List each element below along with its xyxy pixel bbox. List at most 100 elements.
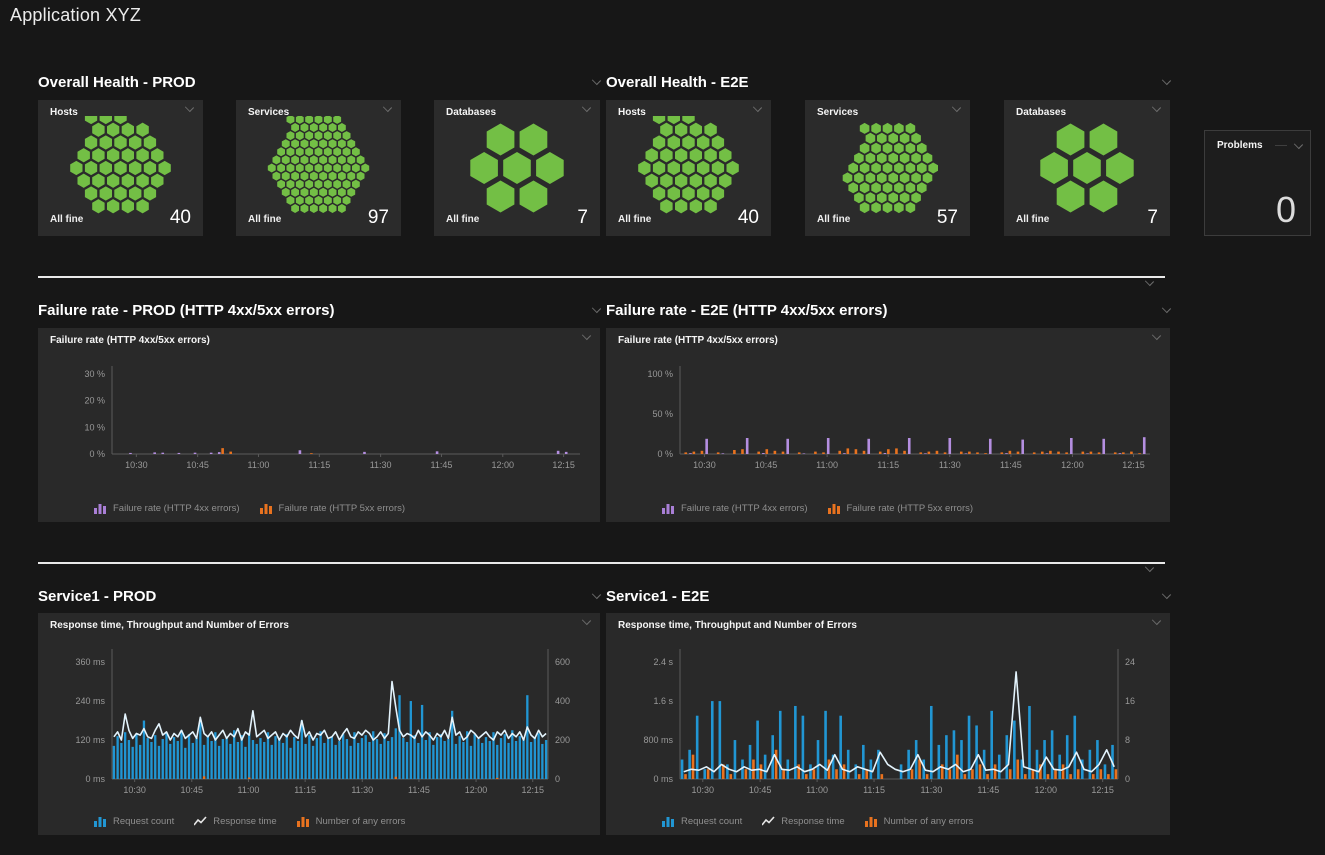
status-label: All fine	[446, 214, 479, 225]
legend-item[interactable]: Failure rate (HTTP 4xx errors)	[662, 503, 808, 514]
chevron-down-icon[interactable]	[185, 103, 194, 112]
chevron-down-icon[interactable]	[952, 103, 961, 112]
svg-text:0 %: 0 %	[89, 449, 105, 459]
entity-count: 97	[368, 207, 389, 229]
chevron-down-icon[interactable]	[582, 103, 591, 112]
svg-text:10 %: 10 %	[84, 422, 105, 432]
svg-text:200: 200	[555, 735, 570, 745]
health-tile-services-prod[interactable]: Services All fine 97	[236, 100, 401, 236]
legend-item[interactable]: Failure rate (HTTP 5xx errors)	[260, 503, 406, 514]
legend-label: Failure rate (HTTP 4xx errors)	[113, 503, 240, 514]
svg-text:11:00: 11:00	[238, 785, 260, 795]
chevron-down-icon[interactable]	[1145, 277, 1154, 286]
section-header-failure-e2e: Failure rate - E2E (HTTP 4xx/5xx errors)	[606, 300, 1170, 320]
svg-text:10:30: 10:30	[123, 785, 146, 795]
svg-text:11:30: 11:30	[939, 460, 961, 470]
health-tile-databases-prod[interactable]: Databases All fine 7	[434, 100, 600, 236]
health-tile-services-e2e[interactable]: Services All fine 57	[805, 100, 970, 236]
legend-label: Response time	[213, 816, 276, 827]
legend-item[interactable]: Failure rate (HTTP 4xx errors)	[94, 503, 240, 514]
section-header-service1-prod: Service1 - PROD	[38, 586, 600, 606]
health-tile-databases-e2e[interactable]: Databases All fine 7	[1004, 100, 1170, 236]
legend-item[interactable]: Failure rate (HTTP 5xx errors)	[828, 503, 974, 514]
legend-label: Number of any errors	[884, 816, 974, 827]
svg-text:16: 16	[1125, 696, 1135, 706]
failure-rate-e2e-chart-tile[interactable]: Failure rate (HTTP 4xx/5xx errors) 100 %…	[606, 328, 1170, 522]
status-label: All fine	[618, 214, 651, 225]
svg-text:8: 8	[1125, 735, 1130, 745]
chevron-down-icon[interactable]	[592, 304, 601, 313]
dashboard: Application XYZ Overall Health - PROD Ov…	[0, 0, 1325, 855]
chevron-down-icon[interactable]	[592, 590, 601, 599]
svg-text:0 %: 0 %	[657, 449, 673, 459]
svg-text:0 ms: 0 ms	[653, 774, 673, 784]
svg-text:24: 24	[1125, 657, 1135, 667]
honeycomb-hosts	[606, 116, 771, 220]
service1-e2e-chart-tile[interactable]: Response time, Throughput and Number of …	[606, 613, 1170, 835]
chevron-down-icon[interactable]	[1152, 103, 1161, 112]
svg-text:12:15: 12:15	[1091, 785, 1114, 795]
chevron-down-icon[interactable]	[1294, 139, 1303, 148]
chevron-down-icon[interactable]	[582, 331, 591, 340]
chart-title: Response time, Throughput and Number of …	[618, 620, 857, 631]
svg-text:10:45: 10:45	[181, 785, 204, 795]
service1-prod-chart-tile[interactable]: Response time, Throughput and Number of …	[38, 613, 600, 835]
chevron-down-icon[interactable]	[582, 616, 591, 625]
tile-title: Problems	[1217, 140, 1263, 151]
legend-label: Response time	[781, 816, 844, 827]
failure-rate-prod-chart[interactable]: 30 %20 %10 %0 %10:3010:4511:0011:1511:30…	[40, 354, 598, 482]
bar-chart-icon	[260, 503, 273, 514]
chevron-down-icon[interactable]	[592, 76, 601, 85]
chevron-down-icon[interactable]	[753, 103, 762, 112]
svg-text:600: 600	[555, 657, 570, 667]
bar-chart-icon	[94, 816, 107, 827]
section-title: Overall Health - E2E	[606, 74, 749, 91]
chart-legend: Failure rate (HTTP 4xx errors) Failure ra…	[94, 503, 405, 514]
problems-tile[interactable]: Problems 0	[1204, 130, 1311, 236]
chart-title: Response time, Throughput and Number of …	[50, 620, 289, 631]
section-header-failure-prod: Failure rate - PROD (HTTP 4xx/5xx errors…	[38, 300, 600, 320]
line-chart-icon	[194, 816, 207, 827]
legend-item[interactable]: Response time	[762, 816, 844, 827]
svg-text:120 ms: 120 ms	[75, 735, 105, 745]
legend-item[interactable]: Request count	[662, 816, 742, 827]
honeycomb-hosts	[38, 116, 203, 220]
svg-text:400: 400	[555, 696, 570, 706]
chevron-down-icon[interactable]	[1152, 616, 1161, 625]
legend-item[interactable]: Number of any errors	[297, 816, 406, 827]
failure-rate-e2e-chart[interactable]: 100 %50 %0 %10:3010:4511:0011:1511:3011:…	[608, 354, 1168, 482]
legend-label: Request count	[113, 816, 174, 827]
bar-chart-icon	[297, 816, 310, 827]
health-tile-hosts-prod[interactable]: Hosts All fine 40	[38, 100, 203, 236]
section-header-overall-health-prod: Overall Health - PROD	[38, 72, 600, 92]
legend-item[interactable]: Request count	[94, 816, 174, 827]
chevron-down-icon[interactable]	[383, 103, 392, 112]
entity-count: 7	[577, 207, 588, 229]
chevron-down-icon[interactable]	[1145, 563, 1154, 572]
svg-text:50 %: 50 %	[652, 409, 673, 419]
chevron-down-icon[interactable]	[1152, 331, 1161, 340]
chevron-down-icon[interactable]	[1162, 590, 1171, 599]
chevron-down-icon[interactable]	[1162, 76, 1171, 85]
legend-item[interactable]: Number of any errors	[865, 816, 974, 827]
honeycomb-services	[805, 116, 970, 220]
svg-text:11:15: 11:15	[308, 460, 330, 470]
entity-count: 57	[937, 207, 958, 229]
svg-text:10:30: 10:30	[125, 460, 148, 470]
service1-e2e-chart[interactable]: 2.4 s1.6 s800 ms0 ms24168010:3010:4511:0…	[608, 637, 1168, 807]
failure-rate-prod-chart-tile[interactable]: Failure rate (HTTP 4xx/5xx errors) 30 %2…	[38, 328, 600, 522]
chart-legend: Request count Response time Number of any …	[662, 816, 973, 827]
legend-label: Failure rate (HTTP 5xx errors)	[279, 503, 406, 514]
status-label: All fine	[50, 214, 83, 225]
health-tile-hosts-e2e[interactable]: Hosts All fine 40	[606, 100, 771, 236]
svg-text:10:30: 10:30	[692, 785, 715, 795]
section-divider	[38, 562, 1165, 564]
chevron-down-icon[interactable]	[1162, 304, 1171, 313]
entity-count: 40	[170, 207, 191, 229]
legend-item[interactable]: Response time	[194, 816, 276, 827]
chart-title: Failure rate (HTTP 4xx/5xx errors)	[618, 335, 778, 346]
honeycomb-databases	[1004, 116, 1170, 220]
svg-text:10:45: 10:45	[186, 460, 209, 470]
service1-prod-chart[interactable]: 360 ms240 ms120 ms0 ms600400200010:3010:…	[40, 637, 598, 807]
bar-chart-icon	[662, 816, 675, 827]
